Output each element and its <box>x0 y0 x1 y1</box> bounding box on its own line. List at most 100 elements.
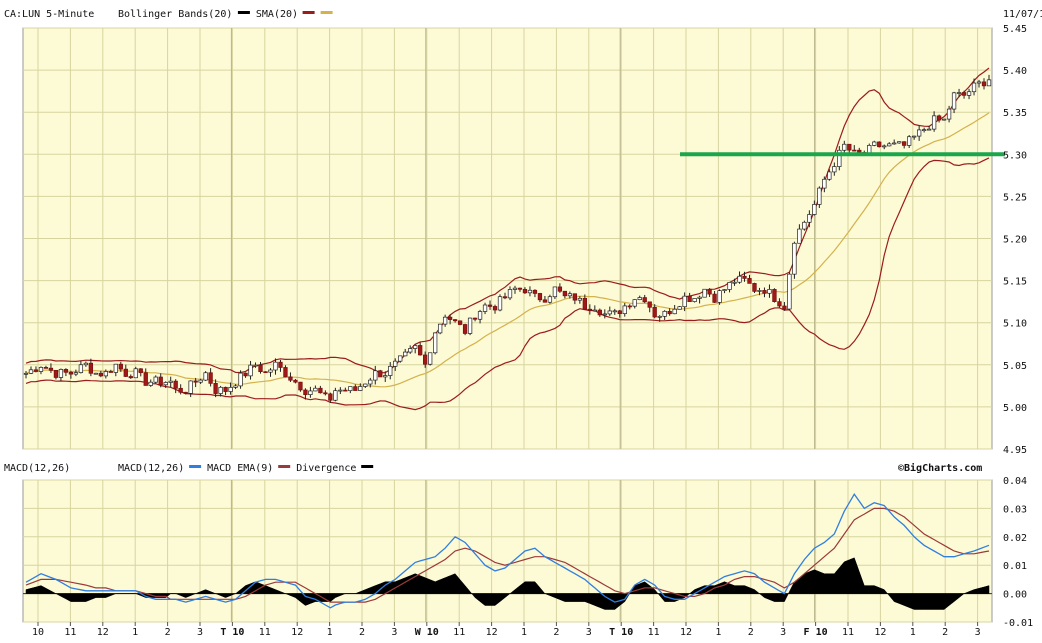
price-bar <box>562 290 568 297</box>
price-bar <box>263 371 268 374</box>
price-bar <box>208 372 213 384</box>
price-bar <box>163 382 168 386</box>
price-bar <box>926 128 932 131</box>
price-bar <box>617 310 622 315</box>
price-tick-label: 5.00 <box>1003 403 1027 414</box>
price-bar <box>428 352 433 365</box>
price-title: CA:LUN 5-Minute <box>4 9 94 20</box>
price-bar <box>797 228 802 244</box>
price-bar <box>892 142 897 145</box>
price-bar <box>373 370 378 381</box>
price-bar <box>812 204 817 215</box>
price-bar <box>602 313 607 316</box>
price-bar <box>961 92 967 96</box>
price-bar <box>827 171 832 180</box>
price-bar <box>168 380 173 383</box>
price-bar <box>193 380 198 383</box>
x-tick-label: 2 <box>553 627 559 638</box>
x-tick-label: 11 <box>648 627 660 638</box>
legend-label: Bollinger Bands(20) <box>118 9 232 20</box>
price-bar <box>303 389 308 395</box>
price-bar <box>462 324 468 334</box>
price-bar <box>123 368 128 377</box>
macd-legend: MACD(12,26) MACD EMA(9) Divergence <box>118 463 374 474</box>
price-bar <box>941 118 947 121</box>
price-bar <box>732 281 737 284</box>
legend-swatch <box>302 11 315 14</box>
price-bar <box>872 141 877 146</box>
price-bar <box>757 290 762 292</box>
price-bar <box>482 304 488 312</box>
price-bar <box>577 297 582 301</box>
price-bar <box>777 301 782 307</box>
price-bar <box>642 297 647 303</box>
price-bar <box>882 145 887 148</box>
price-bar <box>632 299 637 307</box>
price-bar <box>792 242 797 275</box>
price-bar <box>273 361 278 371</box>
price-bar <box>28 369 34 374</box>
price-bar <box>73 372 79 375</box>
price-bar <box>986 79 992 87</box>
macd-tick-label: 0.04 <box>1003 476 1027 487</box>
price-bar <box>318 387 323 394</box>
price-bar <box>522 288 528 294</box>
legend-label: MACD(12,26) <box>118 463 184 474</box>
price-bar <box>921 129 927 131</box>
price-bar <box>971 82 977 93</box>
price-bar <box>243 372 248 377</box>
price-bar <box>936 115 942 121</box>
price-bar <box>976 81 982 84</box>
price-bar <box>118 363 123 370</box>
price-bar <box>572 293 578 301</box>
price-bar <box>393 360 398 367</box>
stock-chart: CA:LUN 5-Minute Bollinger Bands(20) SMA(2… <box>0 0 1042 638</box>
price-bar <box>847 143 852 151</box>
price-bar <box>313 387 318 392</box>
price-bar <box>437 323 443 334</box>
price-bar <box>83 362 89 366</box>
price-bar <box>547 296 553 303</box>
price-bar <box>677 306 682 310</box>
price-bar <box>198 379 203 383</box>
x-tick-label: 11 <box>259 627 271 638</box>
x-axis-labels: 10 11 12 1 2 3 T 10 11 12 1 2 3 W 10 11 12 1 2 3 T 10 11 12 1… <box>32 622 981 638</box>
price-bar <box>88 362 94 374</box>
legend-label: MACD EMA(9) <box>207 463 273 474</box>
price-bar <box>607 310 612 315</box>
price-bar <box>173 380 178 389</box>
price-bar <box>667 310 672 315</box>
x-tick-label: 1 <box>910 627 916 638</box>
price-tick-label: 5.20 <box>1003 235 1027 246</box>
price-bar <box>408 348 413 353</box>
price-tick-label: 5.40 <box>1003 66 1027 77</box>
price-bar <box>298 381 303 391</box>
price-bar <box>178 387 183 393</box>
legend-label: Divergence <box>296 463 356 474</box>
price-bar <box>68 371 74 375</box>
x-tick-label: 1 <box>715 627 721 638</box>
legend-swatch <box>361 465 374 468</box>
price-tick-label: 5.05 <box>1003 361 1027 372</box>
price-bar <box>842 143 847 151</box>
price-bar <box>652 306 657 318</box>
x-tick-label: 2 <box>748 627 754 638</box>
price-tick-label: 5.35 <box>1003 108 1027 119</box>
price-bar <box>637 297 642 301</box>
price-bar <box>398 355 403 362</box>
x-tick-label: T 10 <box>609 627 633 638</box>
legend-swatch <box>320 11 333 14</box>
price-bar <box>368 379 373 385</box>
price-bar <box>33 369 39 372</box>
price-bar <box>822 178 827 189</box>
price-bar <box>877 141 882 148</box>
x-tick-label: 2 <box>165 627 171 638</box>
price-bar <box>323 392 328 395</box>
price-bar <box>762 290 767 294</box>
price-bar <box>153 376 158 383</box>
price-bar <box>487 304 493 307</box>
x-tick-label: 1 <box>521 627 527 638</box>
price-bar <box>657 315 662 318</box>
price-bar <box>527 289 533 294</box>
price-bar <box>258 364 263 373</box>
